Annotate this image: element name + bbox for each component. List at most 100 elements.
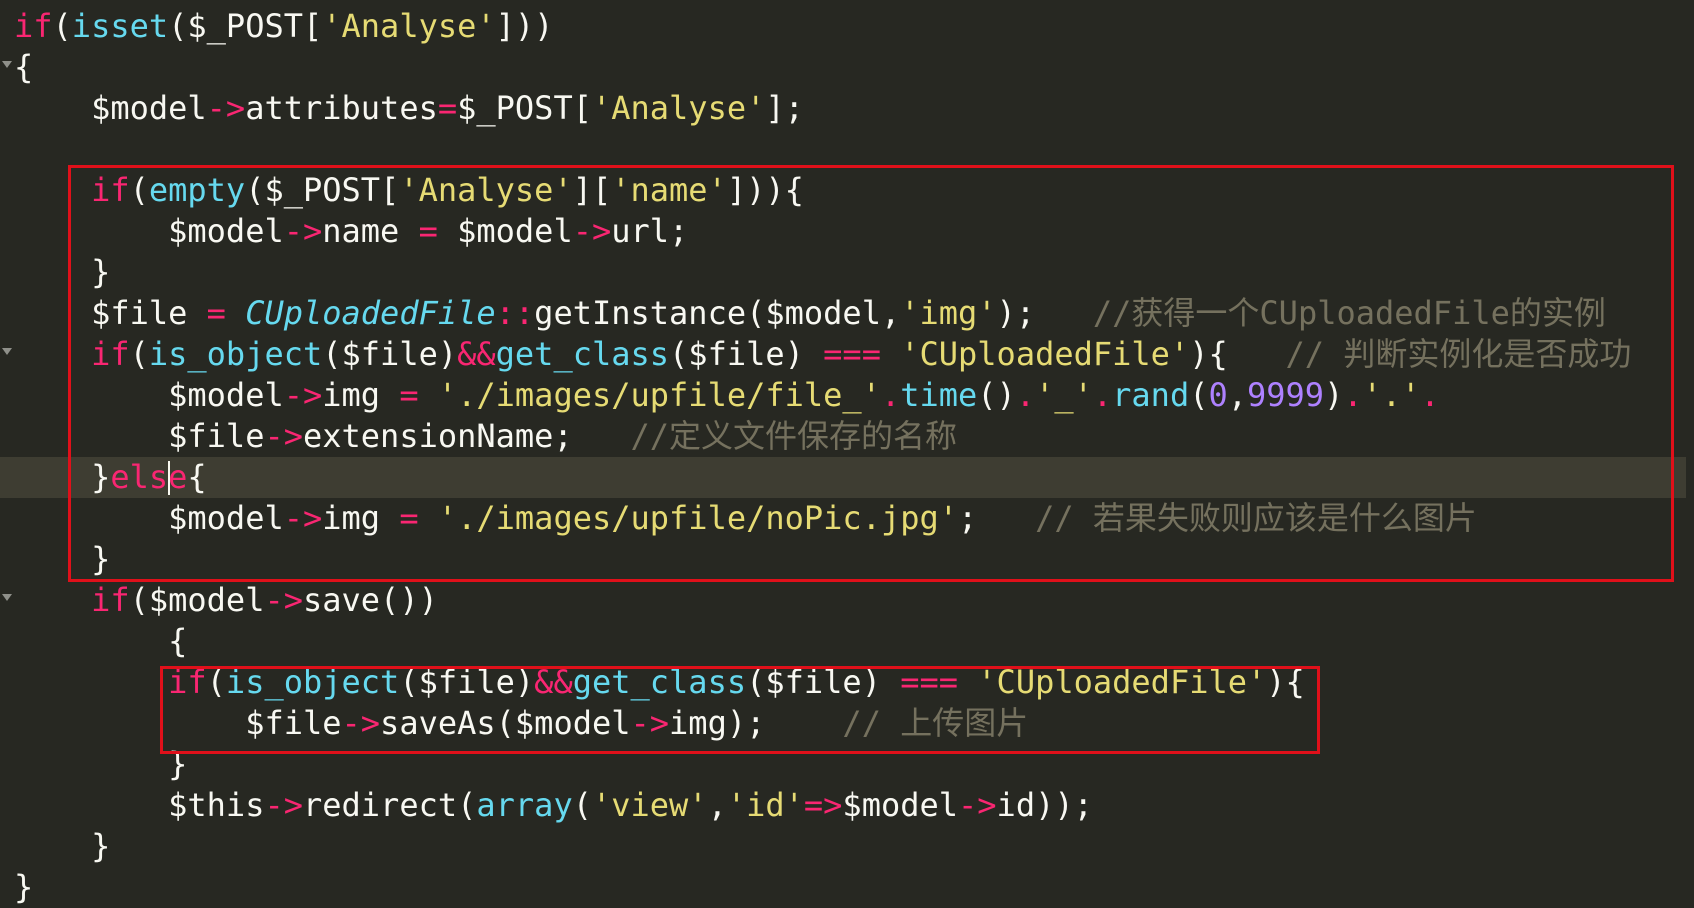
code-token: . [1420, 376, 1440, 414]
code-token: ($file) [322, 335, 458, 373]
code-token: get_class [495, 335, 670, 373]
code-token: time [900, 376, 978, 414]
code-line[interactable]: $file->extensionName; //定义文件保存的名称 [0, 416, 1694, 457]
code-token: else [110, 458, 188, 496]
code-token: === [900, 663, 959, 701]
vertical-scrollbar[interactable] [1686, 0, 1694, 899]
code-line[interactable]: $model->img = './images/upfile/noPic.jpg… [0, 498, 1694, 539]
code-token: ($file) [746, 663, 901, 701]
code-token: save()) [302, 581, 438, 619]
code-text: $model->img = './images/upfile/file_'.ti… [14, 375, 1440, 416]
code-token: saveAs($model [380, 704, 631, 742]
code-token: -> [283, 499, 323, 537]
fold-arrow-icon[interactable] [2, 594, 12, 601]
code-token: get_class [572, 663, 747, 701]
code-line[interactable]: $model->attributes=$_POST['Analyse']; [0, 88, 1694, 129]
code-token: $_POST[ [457, 89, 592, 127]
code-token: array [476, 786, 573, 824]
code-token: 'name' [611, 171, 727, 209]
code-token: is_object [148, 335, 323, 373]
code-token: . [1015, 376, 1036, 414]
code-token: isset [71, 7, 169, 45]
code-token: if [91, 335, 130, 373]
code-line[interactable]: if(is_object($file)&&get_class($file) ==… [0, 334, 1694, 375]
code-token: { [187, 458, 207, 496]
code-token: = [399, 499, 419, 537]
code-token: $model [842, 786, 959, 824]
code-token: getInstance($model, [534, 294, 901, 332]
code-token: -> [206, 89, 246, 127]
code-token: $file [14, 704, 342, 742]
code-line[interactable]: $model->name = $model->url; [0, 211, 1694, 252]
code-line[interactable]: } [0, 867, 1694, 908]
code-line[interactable]: $model->img = './images/upfile/file_'.ti… [0, 375, 1694, 416]
fold-arrow-icon[interactable] [2, 348, 12, 355]
code-line[interactable]: { [0, 47, 1694, 88]
code-line[interactable]: $file = CUploadedFile::getInstance($mode… [0, 293, 1694, 334]
code-token: . [1343, 376, 1363, 414]
code-token: attributes [245, 89, 438, 127]
code-line[interactable]: $file->saveAs($model->img); // 上传图片 [0, 703, 1694, 744]
code-token: if [14, 7, 53, 45]
code-token: id)); [996, 786, 1093, 824]
code-token: => [803, 786, 843, 824]
code-text: } [14, 826, 110, 867]
code-line[interactable]: } [0, 826, 1694, 867]
code-text: { [14, 621, 187, 662]
code-token: // 判断实例化是否成功 [1285, 335, 1632, 373]
code-line[interactable]: } [0, 744, 1694, 785]
code-line[interactable]: }else{ [0, 457, 1694, 498]
code-token: -> [630, 704, 670, 742]
code-token: img); [669, 704, 843, 742]
fold-arrow-icon[interactable] [2, 61, 12, 68]
code-token: ])){ [726, 171, 804, 209]
code-token: ( [129, 171, 149, 209]
code-text: $file = CUploadedFile::getInstance($mode… [14, 293, 1606, 334]
code-token: $model [14, 212, 284, 250]
code-token: is_object [225, 663, 400, 701]
code-token: -> [264, 581, 303, 619]
code-token: ( [1189, 376, 1209, 414]
code-token: ($file) [669, 335, 824, 373]
code-text: if(isset($_POST['Analyse'])) [14, 6, 553, 47]
code-text: { [14, 47, 33, 88]
code-text: if($model->save()) [14, 580, 438, 621]
code-line[interactable]: } [0, 252, 1694, 293]
code-token: ( [206, 663, 226, 701]
code-line[interactable]: if(isset($_POST['Analyse'])) [0, 6, 1694, 47]
code-token: 'Analyse' [322, 7, 496, 45]
code-token: ]; [765, 89, 804, 127]
code-token: if [91, 581, 130, 619]
code-token: CUploadedFile [245, 294, 496, 332]
code-line[interactable]: if(empty($_POST['Analyse']['name'])){ [0, 170, 1694, 211]
code-token: $this [14, 786, 265, 824]
code-token: url; [611, 212, 689, 250]
code-token: ])) [495, 7, 554, 45]
code-token: } [14, 540, 111, 578]
code-token: -> [264, 786, 303, 824]
code-editor[interactable]: if(isset($_POST['Analyse'])){ $model->at… [0, 0, 1694, 906]
code-line[interactable] [0, 129, 1694, 170]
code-token: //定义文件保存的名称 [630, 417, 958, 455]
code-token: = [418, 212, 438, 250]
code-line[interactable]: } [0, 539, 1694, 580]
code-line[interactable]: if($model->save()) [0, 580, 1694, 621]
code-token: // 若果失败则应该是什么图片 [1035, 499, 1477, 537]
code-token: ($_POST[ [168, 7, 323, 45]
code-token: } [14, 745, 188, 783]
code-line[interactable]: $this->redirect(array('view','id'=>$mode… [0, 785, 1694, 826]
code-text: if(is_object($file)&&get_class($file) ==… [14, 334, 1631, 375]
code-token: -> [283, 376, 323, 414]
code-token: () [977, 376, 1016, 414]
code-text: $file->saveAs($model->img); // 上传图片 [14, 703, 1028, 744]
code-line[interactable]: { [0, 621, 1694, 662]
code-text: $this->redirect(array('view','id'=>$mode… [14, 785, 1093, 826]
code-token: $model [437, 212, 573, 250]
code-token: } [14, 253, 111, 291]
code-line[interactable]: if(is_object($file)&&get_class($file) ==… [0, 662, 1694, 703]
